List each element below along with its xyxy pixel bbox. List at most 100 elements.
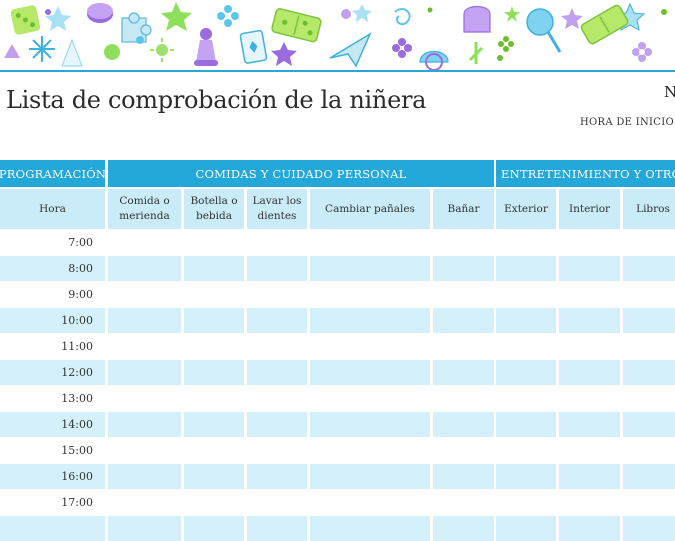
checklist-cell[interactable] — [184, 334, 244, 359]
checklist-cell[interactable] — [433, 282, 494, 307]
checklist-cell[interactable] — [184, 386, 244, 411]
checklist-cell[interactable] — [108, 308, 181, 333]
checklist-cell[interactable] — [433, 334, 494, 359]
checklist-cell[interactable] — [623, 464, 675, 489]
checklist-cell[interactable] — [247, 386, 307, 411]
checklist-cell[interactable] — [496, 230, 556, 255]
checklist-cell[interactable] — [108, 230, 181, 255]
checklist-cell[interactable] — [623, 334, 675, 359]
checklist-cell[interactable] — [496, 334, 556, 359]
triangle-icon — [4, 44, 20, 58]
checklist-cell[interactable] — [433, 256, 494, 281]
snowflake-icon — [29, 36, 55, 62]
checklist-cell[interactable] — [559, 386, 620, 411]
checklist-cell[interactable] — [184, 282, 244, 307]
checklist-cell[interactable] — [108, 360, 181, 385]
checklist-cell[interactable] — [496, 464, 556, 489]
checklist-cell[interactable] — [184, 438, 244, 463]
checklist-cell[interactable] — [310, 438, 430, 463]
checklist-cell[interactable] — [623, 256, 675, 281]
time-cell: 15:00 — [0, 438, 105, 463]
checklist-cell[interactable] — [247, 282, 307, 307]
checklist-cell[interactable] — [559, 230, 620, 255]
checklist-cell[interactable] — [623, 490, 675, 515]
checklist-cell[interactable] — [623, 360, 675, 385]
checklist-cell[interactable] — [247, 360, 307, 385]
checklist-cell[interactable] — [623, 282, 675, 307]
checklist-cell[interactable] — [496, 490, 556, 515]
checklist-cell[interactable] — [108, 490, 181, 515]
checklist-cell[interactable] — [108, 386, 181, 411]
checklist-cell[interactable] — [623, 386, 675, 411]
checklist-cell[interactable] — [310, 230, 430, 255]
checklist-cell[interactable] — [108, 412, 181, 437]
checklist-cell[interactable] — [559, 438, 620, 463]
checklist-cell[interactable] — [623, 412, 675, 437]
checklist-cell[interactable] — [184, 412, 244, 437]
checklist-cell[interactable] — [247, 230, 307, 255]
checklist-cell[interactable] — [247, 464, 307, 489]
checklist-cell[interactable] — [247, 412, 307, 437]
time-cell: 11:00 — [0, 334, 105, 359]
checklist-cell[interactable] — [247, 308, 307, 333]
checklist-cell[interactable] — [496, 256, 556, 281]
checklist-cell[interactable] — [310, 490, 430, 515]
checklist-cell[interactable] — [433, 412, 494, 437]
checklist-cell[interactable] — [184, 360, 244, 385]
checklist-cell[interactable] — [184, 490, 244, 515]
checklist-cell[interactable] — [433, 490, 494, 515]
checklist-cell[interactable] — [496, 360, 556, 385]
checklist-cell[interactable] — [247, 334, 307, 359]
header-right-field: N — [664, 83, 675, 101]
checklist-cell[interactable] — [184, 230, 244, 255]
checklist-cell[interactable] — [310, 464, 430, 489]
checklist-cell[interactable] — [559, 490, 620, 515]
checklist-cell[interactable] — [310, 412, 430, 437]
checklist-cell[interactable] — [184, 256, 244, 281]
checklist-cell[interactable] — [108, 438, 181, 463]
checklist-cell[interactable] — [496, 438, 556, 463]
checklist-cell[interactable] — [184, 464, 244, 489]
checklist-cell[interactable] — [496, 386, 556, 411]
puzzle-piece-icon — [121, 12, 152, 43]
checklist-cell[interactable] — [623, 438, 675, 463]
checklist-cell[interactable] — [496, 282, 556, 307]
checklist-cell[interactable] — [559, 308, 620, 333]
column-header-botella: Botella o bebida — [184, 189, 244, 229]
checklist-cell[interactable] — [247, 490, 307, 515]
domino-icon — [271, 8, 322, 43]
checklist-cell[interactable] — [559, 282, 620, 307]
checklist-cell[interactable] — [108, 334, 181, 359]
column-header-comida: Comida o merienda — [108, 189, 181, 229]
checklist-cell[interactable] — [433, 230, 494, 255]
checklist-cell[interactable] — [310, 308, 430, 333]
checklist-cell[interactable] — [623, 230, 675, 255]
checklist-cell[interactable] — [108, 464, 181, 489]
checklist-cell[interactable] — [559, 464, 620, 489]
checklist-cell[interactable] — [496, 412, 556, 437]
checklist-cell[interactable] — [559, 256, 620, 281]
checklist-cell[interactable] — [310, 282, 430, 307]
checklist-cell[interactable] — [310, 360, 430, 385]
checklist-cell[interactable] — [433, 308, 494, 333]
checklist-cell[interactable] — [559, 360, 620, 385]
flower-icon — [632, 42, 652, 62]
checklist-cell[interactable] — [433, 360, 494, 385]
checklist-cell[interactable] — [310, 386, 430, 411]
checklist-cell[interactable] — [433, 386, 494, 411]
checklist-cell[interactable] — [496, 308, 556, 333]
checklist-cell[interactable] — [433, 438, 494, 463]
checklist-cell[interactable] — [108, 256, 181, 281]
star-icon — [504, 6, 520, 22]
checklist-cell[interactable] — [623, 308, 675, 333]
checklist-cell[interactable] — [247, 438, 307, 463]
checklist-cell[interactable] — [559, 412, 620, 437]
flower-icon — [392, 38, 412, 58]
checklist-cell[interactable] — [184, 308, 244, 333]
checklist-cell[interactable] — [433, 464, 494, 489]
checklist-cell[interactable] — [310, 334, 430, 359]
checklist-cell[interactable] — [108, 282, 181, 307]
checklist-cell[interactable] — [310, 256, 430, 281]
checklist-cell[interactable] — [247, 256, 307, 281]
checklist-cell[interactable] — [559, 334, 620, 359]
